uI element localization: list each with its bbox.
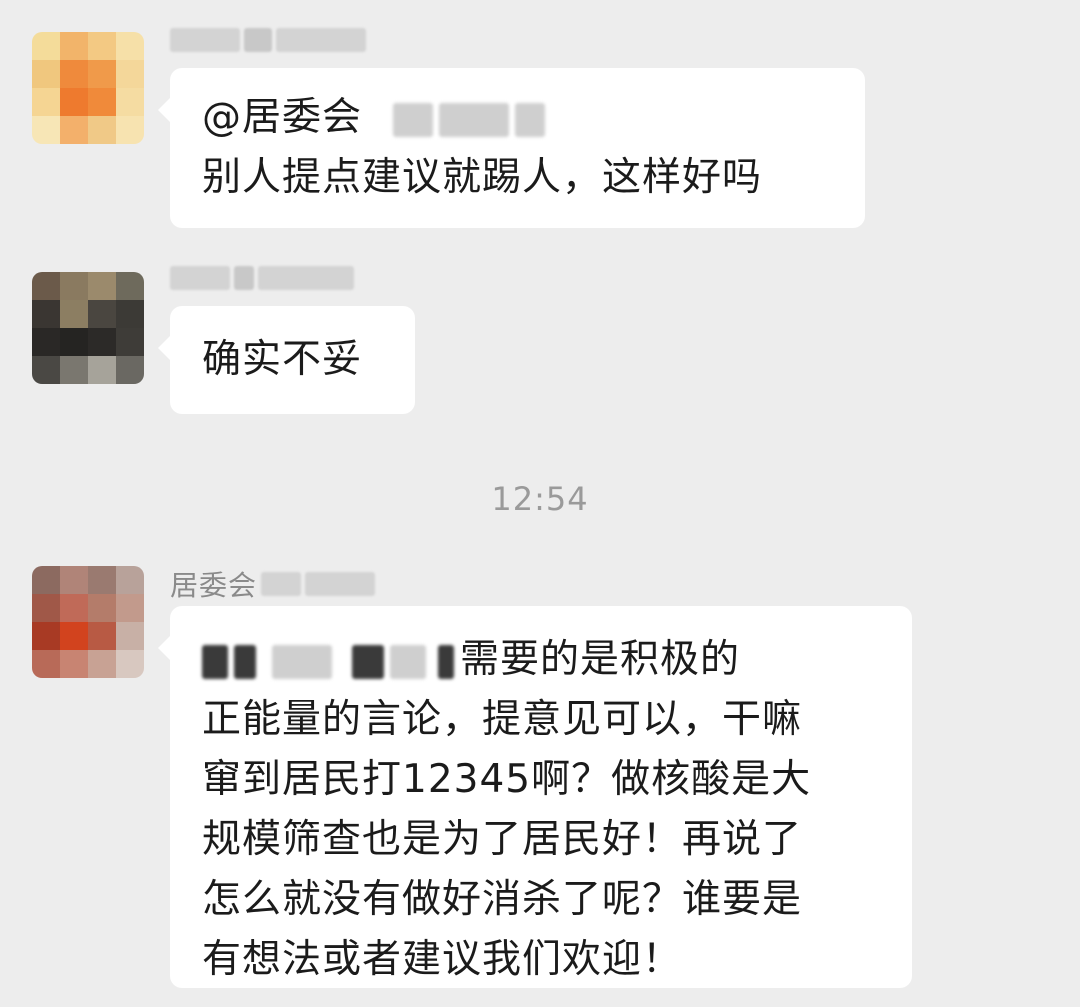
redacted-text bbox=[393, 102, 434, 137]
message-text: 有想法或者建议我们欢迎！ bbox=[202, 937, 683, 982]
message-text: 窜到居民打12345啊？做核酸是大 bbox=[202, 757, 812, 802]
avatar[interactable] bbox=[32, 272, 144, 384]
message-text: 别人提点建议就踢人，这样好吗 bbox=[202, 155, 763, 200]
sender-name-text: 居委会 bbox=[170, 569, 258, 602]
sender-name bbox=[170, 258, 354, 298]
message-line: @居委会 bbox=[202, 88, 865, 148]
sender-name: 居委会 bbox=[170, 564, 376, 604]
redacted-text bbox=[234, 644, 256, 679]
avatar[interactable] bbox=[32, 32, 144, 144]
redacted-text bbox=[515, 102, 546, 137]
redacted-text bbox=[272, 644, 332, 679]
timestamp: 12:54 bbox=[491, 480, 589, 518]
avatar[interactable] bbox=[32, 566, 144, 678]
message-line: 需要的是积极的 bbox=[202, 630, 912, 690]
chat-window: @居委会 别人提点建议就踢人，这样好吗 确实不妥 12:54 居委会 需要的是积… bbox=[0, 0, 1080, 1007]
message-bubble[interactable]: 确实不妥 bbox=[158, 306, 415, 414]
redacted-text bbox=[439, 102, 510, 137]
message-bubble[interactable]: @居委会 别人提点建议就踢人，这样好吗 bbox=[158, 68, 865, 228]
message-text: 确实不妥 bbox=[202, 337, 363, 382]
sender-name bbox=[170, 20, 366, 60]
redacted-text bbox=[352, 644, 384, 679]
message-text: 规模筛查也是为了居民好！再说了 bbox=[202, 817, 803, 862]
mention-text: @居委会 bbox=[202, 95, 363, 140]
message-text: 正能量的言论，提意见可以，干嘛 bbox=[202, 697, 803, 742]
redacted-text bbox=[390, 644, 426, 679]
message-text: 怎么就没有做好消杀了呢？谁要是 bbox=[202, 877, 803, 922]
redacted-text bbox=[438, 644, 454, 679]
message-text: 需要的是积极的 bbox=[460, 637, 741, 682]
redacted-text bbox=[202, 644, 228, 679]
message-bubble[interactable]: 需要的是积极的 正能量的言论，提意见可以，干嘛 窜到居民打12345啊？做核酸是… bbox=[158, 606, 912, 988]
